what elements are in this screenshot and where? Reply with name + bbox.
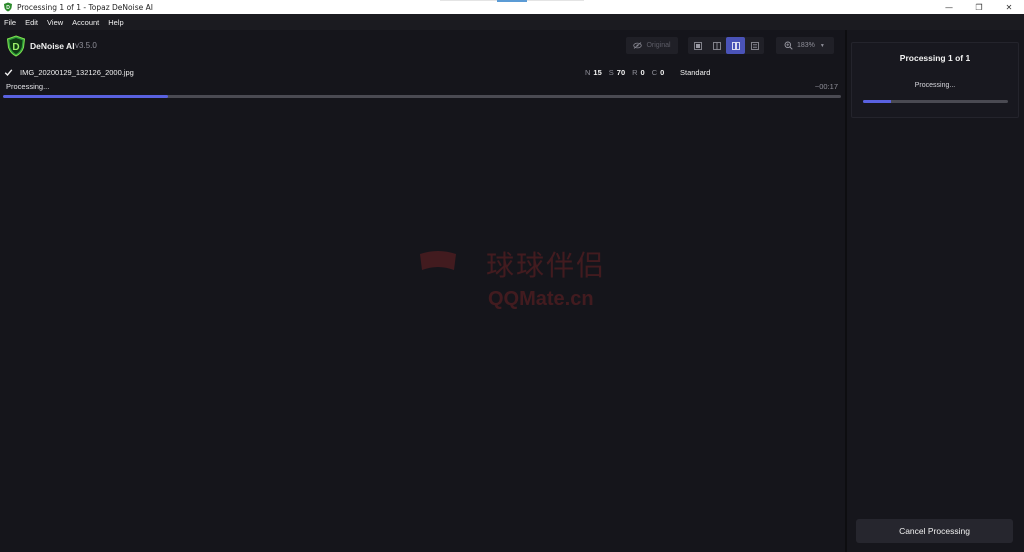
original-toggle-button[interactable]: Original: [626, 37, 678, 54]
app-name: DeNoise AI: [30, 41, 75, 51]
window-title: Processing 1 of 1 - Topaz DeNoise AI: [17, 2, 153, 12]
file-progress-fill: [3, 95, 169, 98]
processing-title: Processing 1 of 1: [899, 53, 971, 63]
split-view-icon: [712, 41, 721, 50]
app-version: v3.5.0: [75, 41, 97, 50]
watermark-cn: 球球伴侣: [486, 249, 607, 282]
param-color-value: 0: [660, 68, 665, 77]
watermark-en: QQMate.cn: [488, 288, 594, 310]
menu-bar: File Edit View Account Help: [0, 14, 1024, 30]
file-list-item[interactable]: IMG_20200129_132126_2000.jpg N 15 S 70 R…: [0, 66, 845, 80]
side-by-side-view-button[interactable]: [726, 37, 745, 54]
zoom-icon: [784, 41, 793, 50]
param-recover-value: 0: [640, 68, 645, 77]
denoise-logo-icon: D: [6, 35, 26, 57]
watermark: 球球伴侣 QQMate.cn: [414, 244, 654, 314]
svg-text:D: D: [6, 5, 10, 11]
eye-off-icon: [633, 42, 643, 49]
file-name: IMG_20200129_132126_2000.jpg: [20, 68, 134, 77]
file-status: Processing...: [6, 82, 50, 91]
window-title-bar: D Processing 1 of 1 - Topaz DeNoise AI —…: [0, 0, 1024, 14]
zoom-control[interactable]: 183% ▼: [776, 37, 834, 54]
watermark-logo-icon: [420, 251, 456, 270]
file-progress-bar: [3, 95, 841, 98]
original-label: Original: [646, 42, 671, 49]
processing-panel: Processing 1 of 1 Processing... Cancel P…: [847, 30, 1024, 552]
param-sharpen-key: S: [608, 68, 614, 77]
model-name: Standard: [680, 68, 711, 77]
single-view-button[interactable]: [688, 37, 707, 54]
restore-button[interactable]: ❐: [964, 0, 994, 14]
grid-view-icon: [750, 41, 759, 50]
overall-progress-bar: [863, 100, 1008, 103]
time-remaining: ~00:17: [814, 82, 838, 91]
close-button[interactable]: ✕: [994, 0, 1024, 14]
chevron-down-icon: ▼: [819, 42, 825, 49]
side-by-side-view-icon: [731, 41, 740, 50]
menu-view[interactable]: View: [43, 18, 68, 27]
cancel-processing-button[interactable]: Cancel Processing: [856, 519, 1013, 543]
zoom-value: 183%: [797, 42, 815, 49]
view-mode-group: [688, 37, 764, 54]
minimize-button[interactable]: —: [934, 0, 964, 14]
app-shield-icon: D: [4, 2, 12, 12]
single-view-icon: [693, 41, 702, 50]
param-noise-key: N: [585, 68, 591, 77]
overall-progress-fill: [863, 100, 891, 103]
processing-status: Processing...: [914, 82, 956, 89]
menu-account[interactable]: Account: [68, 18, 104, 27]
param-recover-key: R: [632, 68, 638, 77]
denoise-params: N 15 S 70 R 0 C 0: [585, 68, 668, 77]
menu-edit[interactable]: Edit: [21, 18, 43, 27]
title-bar-accent: [497, 0, 527, 2]
checkbox-checked-icon[interactable]: [4, 68, 13, 77]
param-sharpen-value: 70: [616, 68, 626, 77]
param-color-key: C: [651, 68, 658, 77]
menu-help[interactable]: Help: [104, 18, 128, 27]
logo-letter: D: [12, 42, 19, 53]
app-header: D DeNoise AI v3.5.0 Original 183% ▼: [0, 30, 845, 62]
param-noise-value: 15: [593, 68, 602, 77]
processing-card: Processing 1 of 1 Processing...: [851, 42, 1019, 118]
menu-file[interactable]: File: [0, 18, 21, 27]
split-view-button[interactable]: [707, 37, 726, 54]
comparison-view-button[interactable]: [745, 37, 764, 54]
file-status-row: Processing... ~00:17: [0, 81, 845, 93]
